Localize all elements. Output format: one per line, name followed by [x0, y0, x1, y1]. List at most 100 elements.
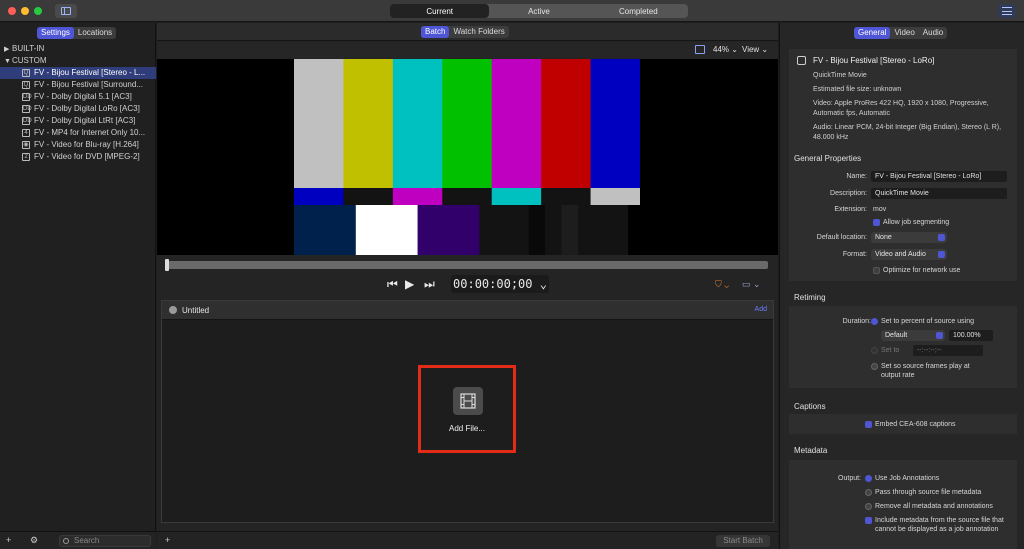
view-menu[interactable]: View ⌄ — [742, 45, 768, 54]
group-built-in[interactable]: ▶ BUILT-IN — [0, 43, 156, 55]
color-bar-bottom — [545, 205, 562, 255]
use-annotations-label: Use Job Annotations — [875, 475, 940, 482]
tab-settings[interactable]: Settings — [37, 27, 74, 39]
tab-current[interactable]: Current — [390, 4, 490, 18]
popup-arrows-icon — [938, 234, 945, 241]
setting-item-label: FV - Bijou Festival [Surround... — [34, 80, 143, 89]
name-field[interactable]: FV - Bijou Festival [Stereo - LoRo] — [871, 171, 1007, 182]
setting-item-label: FV - Bijou Festival [Stereo - L... — [34, 68, 146, 77]
setting-item[interactable]: Q FV - Bijou Festival [Stereo - L... — [0, 67, 156, 79]
set-to-timecode-field[interactable]: --:--:--;-- — [913, 345, 983, 356]
tab-general[interactable]: General — [854, 27, 891, 39]
tab-audio[interactable]: Audio — [919, 27, 947, 39]
setting-item[interactable]: 2 FV - Video for DVD [MPEG-2] — [0, 151, 156, 163]
setting-item[interactable]: Q FV - Bijou Festival [Surround... — [0, 79, 156, 91]
popup-arrows-icon — [938, 251, 945, 258]
color-bar-bottom — [355, 205, 419, 255]
add-file-target[interactable]: Add File... — [418, 365, 516, 453]
bookmark-icon[interactable]: ⛉ ⌄ — [715, 279, 729, 290]
add-batch-button[interactable]: + — [165, 535, 170, 545]
tab-video[interactable]: Video — [890, 27, 918, 39]
optimize-network-checkbox[interactable] — [873, 267, 880, 274]
metadata-heading: Metadata — [794, 446, 828, 455]
zoom-window-button[interactable] — [34, 7, 42, 15]
description-field[interactable]: QuickTime Movie — [871, 188, 1007, 199]
go-to-end-icon[interactable]: ⏭ — [424, 277, 435, 292]
format-value: Video and Audio — [875, 251, 926, 258]
color-bar-middle — [590, 188, 640, 205]
general-properties-section: Name: FV - Bijou Festival [Stereo - LoRo… — [789, 167, 1017, 281]
tab-locations[interactable]: Locations — [74, 27, 116, 39]
format-label: Format: — [842, 251, 867, 258]
remove-metadata-label: Remove all metadata and annotations — [875, 503, 993, 510]
metadata-section: Output: Use Job Annotations Pass through… — [789, 460, 1017, 549]
allow-segmenting-checkbox[interactable] — [873, 219, 880, 226]
timeline-scrubber[interactable] — [165, 261, 768, 269]
include-metadata-checkbox[interactable] — [865, 517, 872, 524]
summary-title: FV - Bijou Festival [Stereo - LoRo] — [813, 56, 935, 65]
color-bars-image — [294, 59, 640, 255]
film-icon — [453, 387, 483, 415]
percent-option-label: Set to percent of source using — [881, 318, 974, 325]
batch-title[interactable]: Untitled — [182, 306, 209, 315]
tab-watch-folders[interactable]: Watch Folders — [449, 26, 508, 38]
playhead-handle[interactable] — [165, 259, 169, 271]
inspector-toggle-button[interactable] — [998, 4, 1016, 18]
tab-batch[interactable]: Batch — [421, 26, 450, 38]
tab-completed[interactable]: Completed — [589, 4, 688, 18]
color-bar-middle — [442, 188, 493, 205]
add-setting-button[interactable]: + — [6, 535, 11, 545]
center-footer: + Start Batch — [157, 531, 778, 549]
queue-segmented-control: Current Active Completed — [390, 4, 688, 18]
fit-icon[interactable] — [695, 45, 705, 54]
description-label: Description: — [830, 190, 867, 197]
go-to-start-icon[interactable]: ⏮ — [387, 277, 398, 292]
summary-type: QuickTime Movie — [813, 72, 867, 79]
search-input[interactable]: Search — [59, 535, 151, 547]
setting-item-label: FV - MP4 for Internet Only 10... — [34, 128, 146, 137]
format-popup[interactable]: Video and Audio — [871, 249, 947, 260]
default-location-popup[interactable]: None — [871, 232, 947, 243]
close-window-button[interactable] — [8, 7, 16, 15]
setting-item[interactable]: ◉ FV - Video for Blu-ray [H.264] — [0, 139, 156, 151]
group-custom[interactable]: ▼CUSTOM — [0, 55, 156, 67]
minimize-window-button[interactable] — [21, 7, 29, 15]
tab-active[interactable]: Active — [489, 4, 588, 18]
setting-item[interactable]: DD FV - Dolby Digital LoRo [AC3] — [0, 103, 156, 115]
play-icon[interactable]: ▶ — [405, 277, 414, 291]
embed-captions-checkbox[interactable] — [865, 421, 872, 428]
use-annotations-radio[interactable] — [865, 475, 872, 482]
setting-item-label: FV - Dolby Digital LoRo [AC3] — [34, 104, 140, 113]
remove-metadata-radio[interactable] — [865, 503, 872, 510]
include-metadata-label: Include metadata from the source file th… — [875, 517, 1004, 533]
retime-method-popup[interactable]: Default — [881, 330, 945, 341]
bluray-icon: ◉ — [22, 141, 30, 149]
color-bar-top — [392, 59, 443, 188]
percent-radio[interactable] — [871, 318, 878, 325]
percent-field[interactable]: 100.00% — [949, 330, 993, 341]
gear-icon[interactable]: ⚙ — [30, 535, 38, 546]
dolby-icon: DD — [22, 93, 32, 101]
general-properties-heading: General Properties — [794, 154, 862, 163]
setting-item[interactable]: DD FV - Dolby Digital LtRt [AC3] — [0, 115, 156, 127]
setting-item-label: FV - Video for DVD [MPEG-2] — [34, 152, 140, 161]
viewer-toolbar: 44% ⌄ View ⌄ — [157, 42, 778, 58]
zoom-menu[interactable]: 44% ⌄ — [713, 45, 738, 54]
inspector-tabs: General Video Audio — [854, 27, 948, 39]
settings-list: ▶ BUILT-IN ▼CUSTOM Q FV - Bijou Festival … — [0, 43, 156, 163]
batch-icon — [169, 306, 177, 314]
set-to-radio[interactable] — [871, 347, 878, 354]
sidebar-toggle-button[interactable] — [55, 4, 77, 18]
add-button[interactable]: Add — [755, 306, 767, 313]
batch-tabs: Batch Watch Folders — [421, 26, 509, 38]
dvd-icon: 2 — [22, 153, 30, 161]
setting-summary: FV - Bijou Festival [Stereo - LoRo] Quic… — [789, 49, 1017, 169]
timecode-display[interactable]: 00:00:00;00 ⌄ — [451, 275, 549, 293]
setting-item[interactable]: 4 FV - MP4 for Internet Only 10... — [0, 127, 156, 139]
start-batch-button[interactable]: Start Batch — [716, 535, 770, 547]
pass-through-radio[interactable] — [865, 489, 872, 496]
summary-size: Estimated file size: unknown — [813, 86, 902, 93]
source-frames-radio[interactable] — [871, 363, 878, 370]
display-icon[interactable]: ▭ ⌄ — [742, 279, 761, 290]
setting-item[interactable]: DD FV - Dolby Digital 5.1 [AC3] — [0, 91, 156, 103]
